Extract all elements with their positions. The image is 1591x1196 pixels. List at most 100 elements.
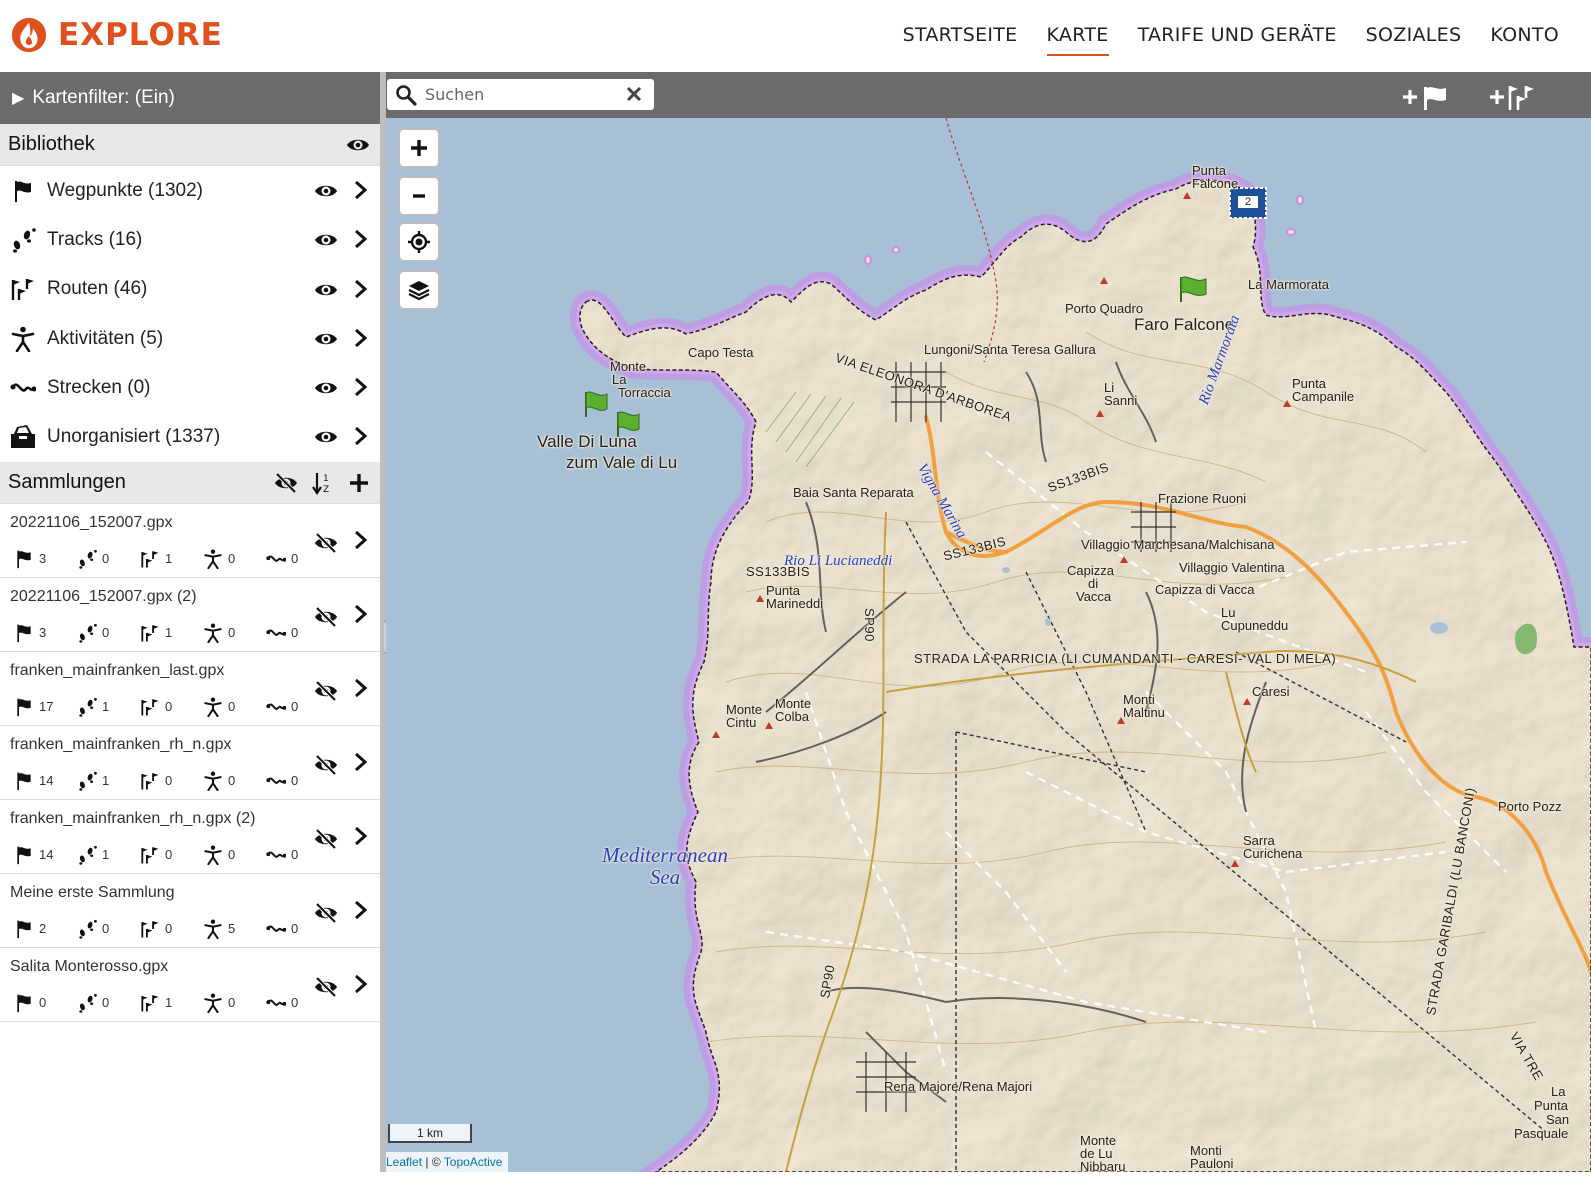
map-label: San [1546,1112,1570,1127]
add-route-button[interactable] [1488,82,1542,112]
collection-item[interactable]: franken_mainfranken_rh_n.gpx 14 1 0 0 0 [0,726,380,800]
stat-waypoints: 3 [14,623,77,643]
chevron-right-icon[interactable] [352,178,370,202]
cluster-count: 2 [1245,196,1252,208]
stat-count: 0 [291,995,299,1011]
map-label: Punta [1534,1098,1568,1113]
route-icon [141,847,159,864]
map-label: Campanile [1292,389,1355,404]
stat-routes: 0 [140,845,203,865]
library-item-activities[interactable]: Aktivitäten (5) [0,314,380,363]
collection-name: 20221106_152007.gpx [10,513,173,531]
library-header: Bibliothek [0,124,380,166]
activity-icon [204,845,222,865]
chevron-right-icon[interactable] [352,277,370,301]
collection-item[interactable]: Salita Monterosso.gpx 0 0 1 0 0 [0,948,380,1022]
stat-tracks: 0 [77,623,140,643]
layers-button[interactable] [398,270,440,310]
stat-count: 5 [228,921,236,937]
footprints-icon [79,549,97,569]
eye-off-icon[interactable] [314,679,338,703]
activity-icon [204,919,222,939]
stat-tracks: 1 [77,771,140,791]
library-item-unorganized[interactable]: Unorganisiert (1337) [0,412,380,461]
chevron-right-icon[interactable] [352,824,370,848]
zoom-in-button[interactable] [398,128,440,168]
chevron-right-icon[interactable] [352,375,370,399]
map-filter-toggle[interactable]: ▶ Kartenfilter: (Ein) [0,72,380,124]
map-label: Baia Santa Reparata [793,485,914,500]
eye-icon[interactable] [314,327,338,351]
chevron-right-icon[interactable] [352,424,370,448]
stat-routes: 0 [140,697,203,717]
chevron-right-icon[interactable] [352,326,370,350]
stat-count: 2 [39,921,47,937]
library-item-label: Tracks (16) [47,228,143,250]
add-waypoint-button[interactable] [1400,82,1450,112]
activity-icon [204,697,222,717]
add-collection-icon[interactable] [348,472,370,494]
map-label: Capizza di Vacca [1155,582,1255,597]
stat-tracks: 1 [77,697,140,717]
library-item-routes[interactable]: Routen (46) [0,265,380,314]
sort-icon[interactable]: 1Z [312,471,334,495]
chevron-right-icon[interactable] [352,898,370,922]
nav-startseite[interactable]: STARTSEITE [903,16,1018,56]
brand-logo[interactable]: EXPLORE [10,14,223,56]
chevron-right-icon[interactable] [352,227,370,251]
map-label: STRADA LA PARRICIA (LI CUMANDANTI - CARE… [914,651,1337,666]
chevron-right-icon[interactable] [352,676,370,700]
topoactive-link[interactable]: TopoActive [444,1155,503,1169]
route-icon [141,551,159,568]
eye-off-icon[interactable] [314,827,338,851]
eye-icon[interactable] [314,179,338,203]
leaflet-link[interactable]: Leaflet [386,1155,422,1169]
eye-off-icon[interactable] [314,975,338,999]
eye-icon[interactable] [346,133,370,157]
library-item-tracks[interactable]: Tracks (16) [0,215,380,264]
eye-icon[interactable] [314,376,338,400]
zoom-out-button[interactable] [398,176,440,216]
stat-count: 14 [39,773,54,789]
eye-off-icon[interactable] [314,531,338,555]
library-item-waypoints[interactable]: Wegpunkte (1302) [0,166,380,215]
nav-karte[interactable]: KARTE [1046,16,1109,56]
map-label: Faro Falcone [1134,315,1235,334]
nav-tarife-und-geraete[interactable]: TARIFE UND GERÄTE [1138,16,1337,56]
collection-item[interactable]: franken_mainfranken_last.gpx 17 1 0 0 0 [0,652,380,726]
eye-off-icon[interactable] [314,753,338,777]
collection-item[interactable]: franken_mainfranken_rh_n.gpx (2) 14 1 0 0 0 [0,800,380,874]
eye-off-icon[interactable] [314,901,338,925]
eye-off-icon[interactable] [314,605,338,629]
chevron-right-icon[interactable] [352,528,370,552]
collection-item[interactable]: 20221106_152007.gpx (2) 3 0 1 0 0 [0,578,380,652]
collection-stats: 3 0 1 0 0 [14,549,329,569]
collection-name: franken_mainfranken_rh_n.gpx [10,735,232,753]
map-label: SS133BIS [746,564,810,579]
main-nav: STARTSEITE KARTE TARIFE UND GERÄTE SOZIA… [903,0,1559,72]
map-view[interactable]: Punta Falcone La Marmorata Porto Quadro Faro… [386,72,1591,1172]
nav-soziales[interactable]: SOZIALES [1366,16,1462,56]
collection-item[interactable]: 20221106_152007.gpx 3 0 1 0 0 [0,504,380,578]
eye-icon[interactable] [314,228,338,252]
stat-count: 14 [39,847,54,863]
stat-count: 1 [102,847,110,863]
route-icon [141,625,159,642]
footprints-icon [79,845,97,865]
route-icon [141,699,159,716]
close-icon[interactable] [624,84,644,104]
chevron-right-icon[interactable] [352,972,370,996]
nav-konto[interactable]: KONTO [1490,16,1559,56]
collection-item[interactable]: Meine erste Sammlung 2 0 0 5 0 [0,874,380,948]
eye-icon[interactable] [314,278,338,302]
eye-icon[interactable] [314,425,338,449]
chevron-right-icon[interactable] [352,750,370,774]
search-input[interactable] [425,85,615,104]
library-item-courses[interactable]: Strecken (0) [0,363,380,412]
stat-count: 0 [102,921,110,937]
stat-tracks: 0 [77,993,140,1013]
chevron-right-icon[interactable] [352,602,370,626]
eye-off-icon[interactable] [274,471,298,495]
collection-name: franken_mainfranken_last.gpx [10,661,225,679]
locate-button[interactable] [398,222,440,262]
